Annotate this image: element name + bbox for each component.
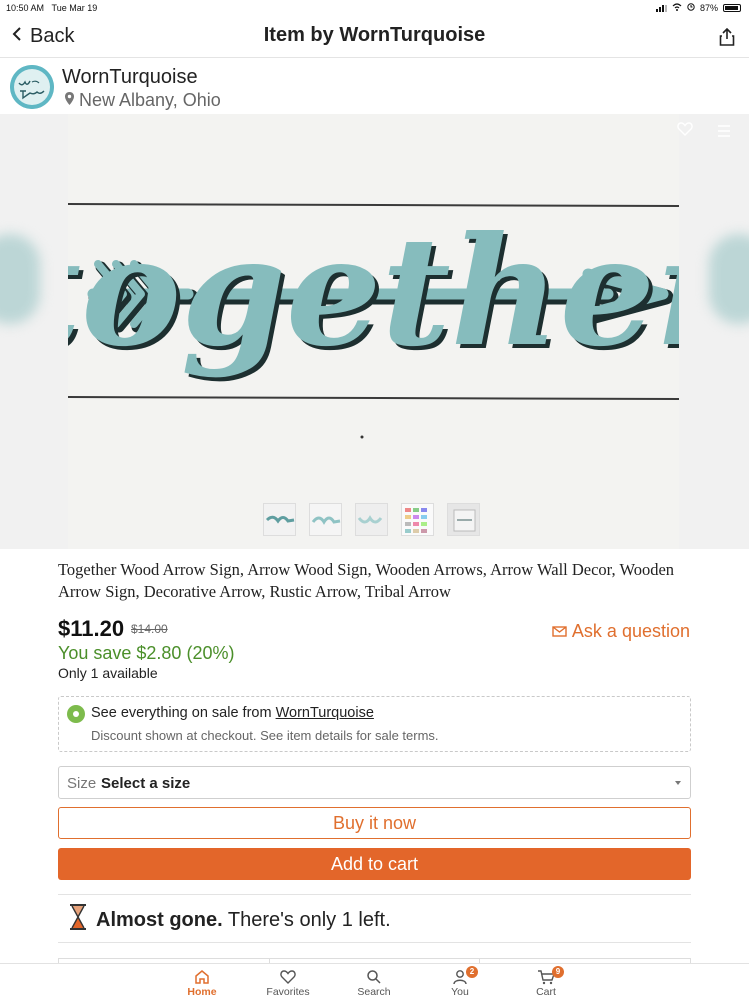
size-label: Size — [67, 775, 97, 792]
shop-avatar[interactable] — [10, 65, 54, 109]
alarm-icon — [687, 3, 695, 13]
savings-text: You save $2.80 (20%) — [58, 643, 235, 663]
battery-percent: 87% — [699, 3, 718, 13]
shop-name[interactable]: WornTurquoise — [62, 66, 198, 89]
tab-home[interactable]: Home — [162, 968, 242, 998]
back-button[interactable]: Back — [12, 25, 74, 48]
tab-you-label: You — [451, 986, 469, 998]
user-icon: 2 — [420, 966, 500, 986]
tab-cart-label: Cart — [536, 986, 556, 998]
thumbnail-4[interactable] — [401, 503, 434, 536]
add-to-cart-button[interactable]: Add to cart — [58, 848, 691, 880]
shop-location-text: New Albany, Ohio — [79, 90, 221, 110]
thumbnail-3[interactable] — [355, 503, 388, 536]
sale-tag-icon — [67, 705, 85, 723]
wifi-icon — [672, 3, 682, 13]
svg-text:together: together — [68, 204, 679, 380]
chevron-left-icon — [12, 25, 22, 48]
buy-it-now-button[interactable]: Buy it now — [58, 807, 691, 839]
divider — [58, 894, 691, 895]
sale-terms-text: Discount shown at checkout. See item det… — [91, 728, 439, 743]
listing-main-image: together together — [12, 114, 748, 549]
tab-you[interactable]: 2 You — [420, 966, 500, 998]
tab-search[interactable]: Search — [334, 968, 414, 998]
shop-logo — [10, 65, 54, 109]
back-label: Back — [30, 25, 75, 47]
navigation-bar: Back Item by WornTurquoise — [0, 16, 749, 58]
status-time: 10:50 AM Tue Mar 19 — [6, 3, 98, 13]
search-icon — [334, 968, 414, 986]
listing-title: Together Wood Arrow Sign, Arrow Wood Sig… — [58, 560, 675, 601]
listing-image-carousel[interactable]: together together — [0, 114, 749, 549]
scarcity-notice: Almost gone. There's only 1 left. — [68, 904, 391, 936]
ask-question-label: Ask a question — [571, 621, 690, 641]
status-bar: 10:50 AM Tue Mar 19 87% — [0, 0, 749, 16]
shop-sale-banner: See everything on sale from WornTurquois… — [58, 696, 691, 752]
next-image-peek[interactable] — [679, 114, 749, 549]
you-badge: 2 — [466, 966, 478, 978]
heart-outline-icon — [677, 122, 693, 140]
shop-location: New Albany, Ohio — [64, 90, 221, 111]
tab-favorites-label: Favorites — [266, 986, 310, 998]
envelope-icon — [552, 621, 568, 642]
list-icon — [717, 124, 731, 141]
tab-favorites[interactable]: Favorites — [248, 968, 328, 998]
thumbnail-1[interactable] — [263, 503, 296, 536]
together-sign-image: together together — [12, 114, 748, 549]
ask-question-button[interactable]: Ask a question — [552, 621, 690, 642]
cart-badge: 9 — [552, 966, 564, 978]
heart-icon — [248, 968, 328, 986]
thumbnail-5[interactable] — [447, 503, 480, 536]
bottom-tab-bar: Home Favorites Search 2 You 9 Cart — [0, 963, 749, 1000]
tab-cart[interactable]: 9 Cart — [506, 966, 586, 998]
sale-banner-line: See everything on sale from WornTurquois… — [91, 705, 374, 721]
shop-header: WornTurquoise New Albany, Ohio — [0, 58, 749, 114]
favorite-button[interactable] — [677, 122, 693, 141]
signal-icon — [655, 4, 667, 12]
shop-sale-link[interactable]: WornTurquoise — [276, 705, 374, 721]
share-icon — [719, 27, 735, 50]
cart-icon: 9 — [506, 966, 586, 986]
sale-price: $11.20 — [58, 616, 125, 641]
location-pin-icon — [64, 90, 75, 111]
page-title: Item by WornTurquoise — [263, 24, 486, 46]
availability-text: Only 1 available — [58, 665, 158, 681]
tab-search-label: Search — [357, 986, 391, 998]
dropdown-caret-icon — [675, 781, 681, 785]
original-price: $14.00 — [131, 622, 168, 636]
status-indicators: 87% — [655, 3, 741, 13]
tab-home-label: Home — [187, 986, 217, 998]
divider — [58, 942, 691, 943]
home-icon — [162, 968, 242, 986]
collection-menu-button[interactable] — [717, 124, 731, 142]
image-thumbnails — [263, 503, 480, 536]
thumbnail-2[interactable] — [309, 503, 342, 536]
battery-icon — [723, 4, 741, 12]
size-select[interactable]: Size Select a size — [58, 766, 691, 799]
hourglass-icon — [68, 904, 88, 936]
previous-image-peek[interactable] — [0, 114, 68, 549]
share-button[interactable] — [719, 27, 735, 51]
size-value: Select a size — [101, 775, 191, 792]
scarcity-text: There's only 1 left. — [222, 908, 391, 931]
scarcity-bold: Almost gone. — [96, 908, 223, 931]
